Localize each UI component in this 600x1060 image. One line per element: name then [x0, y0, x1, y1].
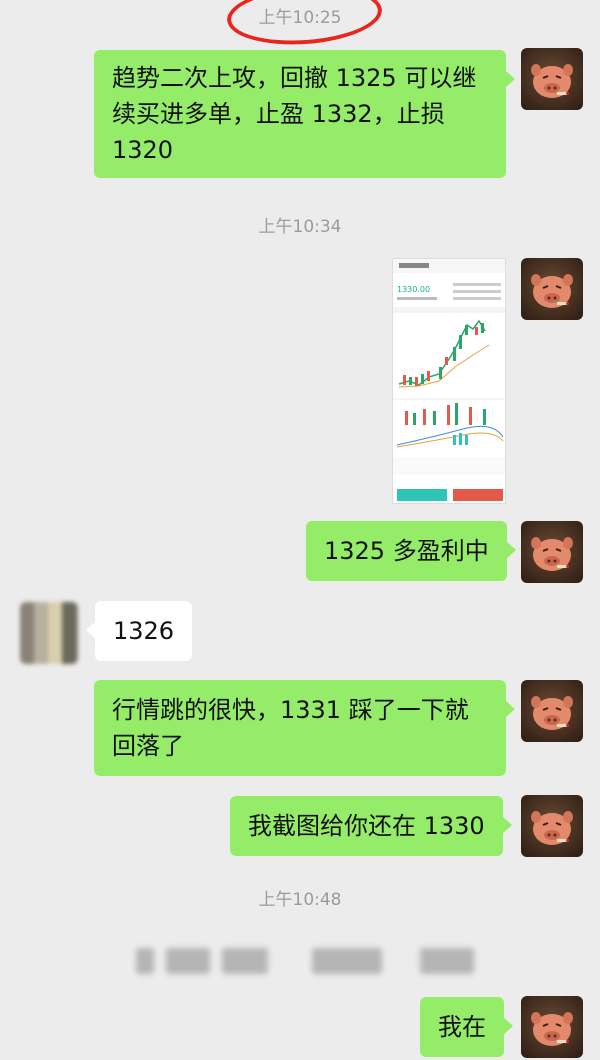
message-text: 行情跳的很快，1331 踩了一下就回落了	[112, 696, 469, 760]
self-avatar[interactable]	[521, 680, 583, 742]
message-bubble[interactable]: 趋势二次上攻，回撤 1325 可以继续买进多单，止盈 1332，止损 1320	[94, 50, 515, 178]
pig-avatar-icon	[531, 811, 573, 845]
self-avatar[interactable]	[521, 996, 583, 1058]
message-bubble[interactable]: 1326	[85, 601, 193, 661]
timestamp: 上午10:34	[258, 217, 342, 237]
message-bubble[interactable]: 我在	[420, 997, 513, 1057]
self-avatar[interactable]	[521, 521, 583, 583]
message-bubble[interactable]: 1325 多盈利中	[306, 521, 516, 581]
message-text: 趋势二次上攻，回撤 1325 可以继续买进多单，止盈 1332，止损 1320	[112, 64, 477, 164]
message-text: 1325 多盈利中	[324, 537, 489, 565]
pig-avatar-icon	[531, 537, 573, 571]
message-text: 1326	[113, 617, 175, 645]
self-avatar[interactable]	[521, 48, 583, 110]
message-text: 我截图给你还在 1330	[248, 812, 485, 840]
pig-avatar-icon	[531, 64, 573, 98]
self-avatar[interactable]	[521, 258, 583, 320]
message-bubble[interactable]: 行情跳的很快，1331 踩了一下就回落了	[94, 680, 515, 776]
chart-screenshot-image[interactable]: 1330.00	[392, 258, 506, 504]
pig-avatar-icon	[531, 1012, 573, 1046]
message-bubble[interactable]: 我截图给你还在 1330	[230, 796, 512, 856]
self-avatar[interactable]	[521, 795, 583, 857]
pig-avatar-icon	[531, 696, 573, 730]
pig-avatar-icon	[531, 274, 573, 308]
message-text: 我在	[438, 1013, 486, 1041]
screenshot-price: 1330.00	[397, 285, 430, 294]
other-user-avatar[interactable]	[20, 602, 78, 664]
timestamp: 上午10:25	[258, 8, 342, 28]
timestamp: 上午10:48	[258, 890, 342, 910]
